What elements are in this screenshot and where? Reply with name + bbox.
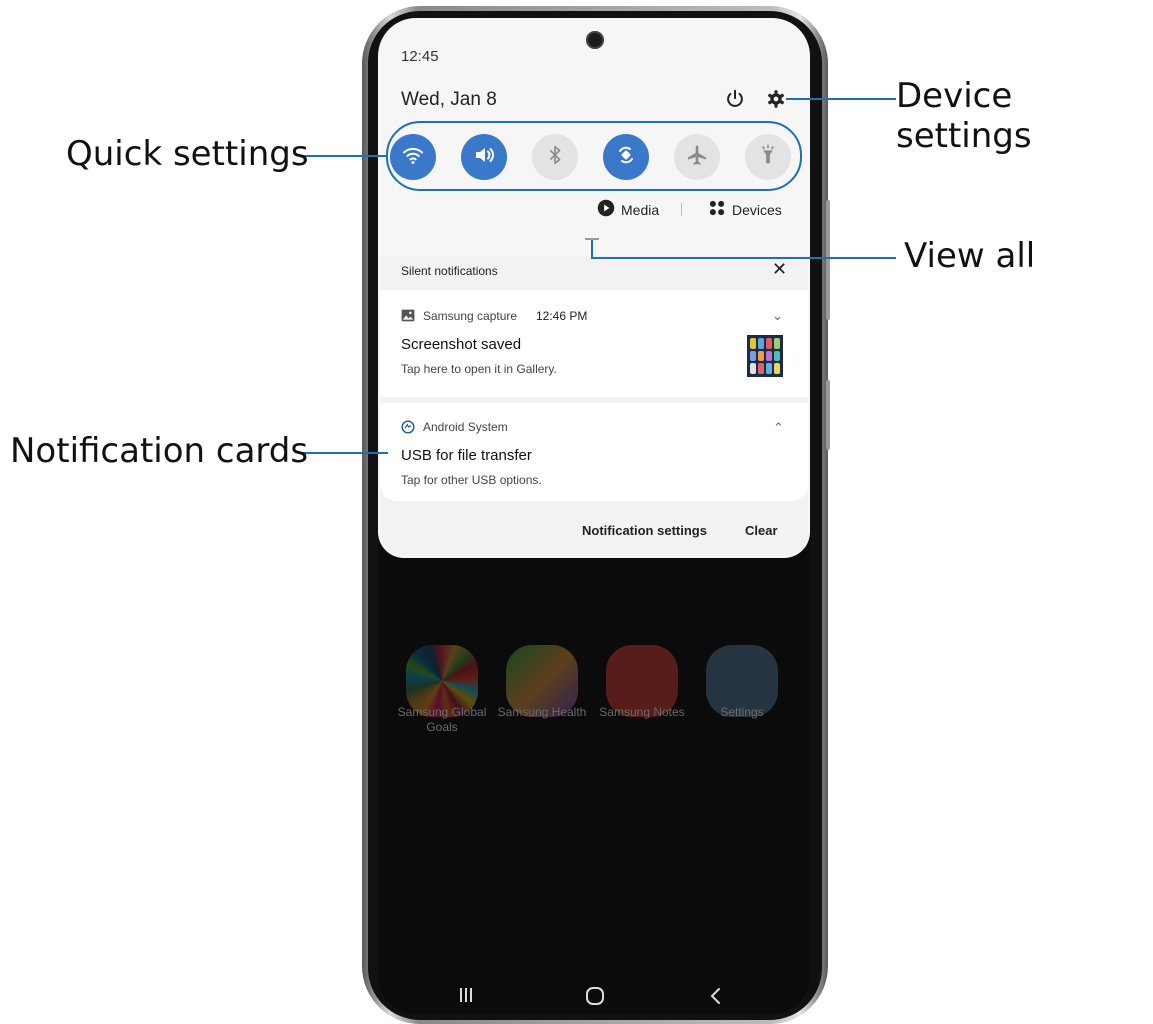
devices-button[interactable]: Devices xyxy=(708,199,782,220)
notification-title: Screenshot saved xyxy=(401,336,522,353)
notification-text: Tap for other USB options. xyxy=(401,473,542,487)
wifi-toggle[interactable] xyxy=(390,134,436,180)
media-devices-divider xyxy=(681,203,682,216)
wifi-icon xyxy=(401,143,425,172)
notification-cards-leader xyxy=(300,452,388,454)
devices-icon xyxy=(708,199,726,220)
app-label-settings: Settings xyxy=(720,705,764,719)
bluetooth-toggle[interactable] xyxy=(532,134,578,180)
device-settings-callout: Device settings xyxy=(896,76,1032,156)
recents-icon[interactable] xyxy=(459,986,473,1009)
notification-title: USB for file transfer xyxy=(401,447,532,464)
flashlight-icon xyxy=(757,144,779,171)
home-icon[interactable] xyxy=(585,986,605,1011)
auto-rotate-icon xyxy=(614,143,638,172)
airplane-mode-icon xyxy=(685,143,709,172)
notification-app-name: Samsung capture xyxy=(423,309,518,323)
notification-text: Tap here to open it in Gallery. xyxy=(401,362,557,376)
screenshot-thumbnail xyxy=(747,335,783,377)
auto-rotate-toggle[interactable] xyxy=(603,134,649,180)
status-time: 12:45 xyxy=(401,48,439,65)
bluetooth-icon xyxy=(544,144,566,171)
silent-notifications-header: Silent notifications xyxy=(401,264,498,278)
devices-label: Devices xyxy=(732,201,782,218)
notification-settings-button[interactable]: Notification settings xyxy=(582,523,707,538)
app-label-samsung-notes: Samsung Notes xyxy=(599,705,685,719)
notification-time: 12:46 PM xyxy=(536,309,588,323)
close-icon[interactable]: ✕ xyxy=(772,259,787,280)
view-all-leader-vertical xyxy=(591,240,593,258)
front-camera xyxy=(586,31,604,49)
media-label: Media xyxy=(621,201,660,218)
device-settings-leader xyxy=(786,98,896,100)
play-icon xyxy=(597,199,615,220)
back-icon[interactable] xyxy=(708,986,722,1011)
status-date: Wed, Jan 8 xyxy=(401,89,497,110)
airplane-mode-toggle[interactable] xyxy=(674,134,720,180)
side-key xyxy=(826,380,830,450)
android-system-icon xyxy=(401,420,415,439)
app-label-samsung-health: Samsung Health xyxy=(497,705,587,719)
sound-toggle[interactable] xyxy=(461,134,507,180)
power-icon[interactable] xyxy=(722,86,748,112)
sound-icon xyxy=(472,143,496,172)
media-button[interactable]: Media xyxy=(597,199,659,220)
flashlight-toggle[interactable] xyxy=(745,134,791,180)
quick-settings-highlight xyxy=(386,121,802,191)
quick-settings-callout: Quick settings xyxy=(66,134,309,174)
notification-app-name: Android System xyxy=(423,420,508,434)
app-label-global-goals: Samsung Global Goals xyxy=(397,705,487,734)
chevron-up-icon[interactable]: ⌃ xyxy=(773,420,784,436)
volume-button xyxy=(826,200,830,320)
view-all-leader xyxy=(591,257,896,259)
view-all-callout: View all xyxy=(904,236,1036,276)
clear-button[interactable]: Clear xyxy=(745,523,778,538)
quick-settings-leader xyxy=(300,155,388,157)
notification-cards-callout: Notification cards xyxy=(10,431,309,471)
image-icon xyxy=(401,309,415,327)
chevron-down-icon[interactable]: ⌄ xyxy=(772,308,783,324)
